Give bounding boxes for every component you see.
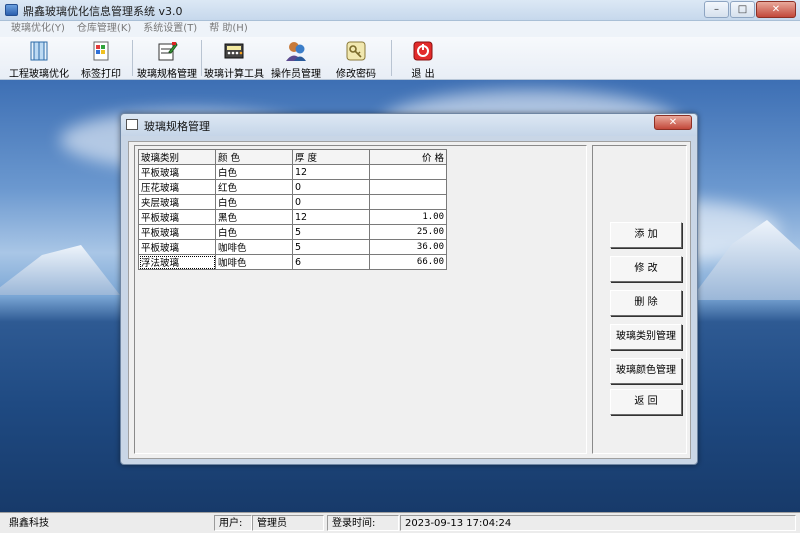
- table-row[interactable]: 平板玻璃 白色 12: [138, 164, 447, 180]
- cell-color[interactable]: 白色: [215, 164, 293, 180]
- menu-help[interactable]: 帮 助(H): [209, 21, 248, 37]
- status-user-label: 用户:: [214, 515, 252, 531]
- column-header-price[interactable]: 价 格: [369, 149, 447, 165]
- minimize-button[interactable]: –: [704, 1, 729, 18]
- restore-button[interactable]: □: [730, 1, 755, 18]
- toolbar-glass-spec-button[interactable]: 玻璃规格管理: [136, 37, 198, 80]
- toolbar-label: 玻璃计算工具: [204, 69, 264, 80]
- delete-button[interactable]: 删 除: [610, 290, 682, 316]
- users-icon: [286, 42, 306, 61]
- key-icon: [346, 41, 366, 61]
- dialog-titlebar[interactable]: 玻璃规格管理 ✕: [121, 114, 697, 136]
- cell-price[interactable]: 25.00: [369, 224, 447, 240]
- toolbar-separator: [132, 40, 133, 76]
- window-controls: – □ ✕: [704, 1, 796, 18]
- window-icon: [126, 119, 138, 130]
- cell-thickness[interactable]: 5: [292, 224, 370, 240]
- cell-color[interactable]: 咖啡色: [215, 254, 293, 270]
- dialog-close-button[interactable]: ✕: [654, 115, 692, 130]
- toolbar-label: 工程玻璃优化: [9, 69, 69, 80]
- column-header-color[interactable]: 颜 色: [215, 149, 293, 165]
- dialog-title: 玻璃规格管理: [144, 120, 210, 133]
- label-print-icon: [93, 41, 109, 61]
- toolbar-label: 操作员管理: [271, 69, 321, 80]
- toolbar-label: 玻璃规格管理: [137, 69, 197, 80]
- cell-category[interactable]: 平板玻璃: [138, 224, 216, 240]
- close-button[interactable]: ✕: [756, 1, 796, 18]
- cell-price[interactable]: 66.00: [369, 254, 447, 270]
- spec-table[interactable]: 玻璃类别 颜 色 厚 度 价 格 平板玻璃 白色 12 压花玻璃 红色 0 夹层…: [138, 149, 447, 270]
- spec-grid-panel: 玻璃类别 颜 色 厚 度 价 格 平板玻璃 白色 12 压花玻璃 红色 0 夹层…: [134, 145, 587, 454]
- toolbar-label: 标签打印: [81, 69, 121, 80]
- status-user-value: 管理员: [252, 515, 324, 531]
- table-row[interactable]: 压花玻璃 红色 0: [138, 179, 447, 195]
- cell-color[interactable]: 红色: [215, 179, 293, 195]
- back-button[interactable]: 返 回: [610, 389, 682, 415]
- toolbar-glass-optimize-button[interactable]: 工程玻璃优化: [6, 37, 72, 80]
- action-button-panel: 添 加 修 改 删 除 玻璃类别管理 玻璃颜色管理 返 回: [592, 145, 687, 454]
- cell-thickness[interactable]: 0: [292, 194, 370, 210]
- toolbar: 工程玻璃优化 标签打印 玻璃规格管理 玻璃计算工具 操作员管理 修改密码 退 出: [0, 37, 800, 80]
- column-header-category[interactable]: 玻璃类别: [138, 149, 216, 165]
- cell-color[interactable]: 白色: [215, 194, 293, 210]
- table-row[interactable]: 平板玻璃 黑色 12 1.00: [138, 209, 447, 225]
- add-button[interactable]: 添 加: [610, 222, 682, 248]
- exit-icon: [413, 41, 433, 61]
- status-login-label: 登录时间:: [327, 515, 399, 531]
- window-titlebar[interactable]: 鼎鑫玻璃优化信息管理系统 v3.0 – □ ✕: [0, 0, 800, 21]
- cell-category[interactable]: 压花玻璃: [138, 179, 216, 195]
- cell-thickness[interactable]: 0: [292, 179, 370, 195]
- background-iceberg: [0, 245, 120, 295]
- menu-bar: 玻璃优化(Y) 仓库管理(K) 系统设置(T) 帮 助(H): [0, 21, 800, 37]
- cell-thickness[interactable]: 5: [292, 239, 370, 255]
- table-header-row: 玻璃类别 颜 色 厚 度 价 格: [138, 149, 447, 165]
- calculator-icon: [224, 43, 244, 59]
- category-manage-button[interactable]: 玻璃类别管理: [610, 324, 682, 350]
- toolbar-label: 退 出: [411, 69, 435, 80]
- cell-color[interactable]: 白色: [215, 224, 293, 240]
- cell-category[interactable]: 平板玻璃: [138, 164, 216, 180]
- window-title: 鼎鑫玻璃优化信息管理系统 v3.0: [23, 5, 183, 18]
- cell-price[interactable]: [369, 179, 447, 195]
- spec-edit-icon: [158, 42, 178, 61]
- status-login-value: 2023-09-13 17:04:24: [400, 515, 796, 531]
- menu-settings[interactable]: 系统设置(T): [143, 21, 197, 37]
- menu-warehouse[interactable]: 仓库管理(K): [77, 21, 131, 37]
- toolbar-operator-button[interactable]: 操作员管理: [270, 37, 322, 80]
- toolbar-label-print-button[interactable]: 标签打印: [76, 37, 126, 80]
- toolbar-separator: [391, 40, 392, 76]
- status-company: 鼎鑫科技: [9, 518, 49, 529]
- table-row[interactable]: 平板玻璃 咖啡色 5 36.00: [138, 239, 447, 255]
- status-bar: 鼎鑫科技 用户: 管理员 登录时间: 2023-09-13 17:04:24: [0, 512, 800, 533]
- toolbar-separator: [201, 40, 202, 76]
- cell-category[interactable]: 平板玻璃: [138, 239, 216, 255]
- cell-category[interactable]: 浮法玻璃: [138, 254, 216, 270]
- toolbar-glass-calc-button[interactable]: 玻璃计算工具: [204, 37, 264, 80]
- cell-thickness[interactable]: 6: [292, 254, 370, 270]
- cell-price[interactable]: 1.00: [369, 209, 447, 225]
- toolbar-exit-button[interactable]: 退 出: [405, 37, 441, 80]
- cell-category[interactable]: 平板玻璃: [138, 209, 216, 225]
- cell-price[interactable]: [369, 194, 447, 210]
- cell-thickness[interactable]: 12: [292, 209, 370, 225]
- edit-button[interactable]: 修 改: [610, 256, 682, 282]
- cell-category[interactable]: 夹层玻璃: [138, 194, 216, 210]
- table-row[interactable]: 浮法玻璃 咖啡色 6 66.00: [138, 254, 447, 270]
- app-icon: [5, 4, 18, 16]
- cell-price[interactable]: 36.00: [369, 239, 447, 255]
- table-row[interactable]: 夹层玻璃 白色 0: [138, 194, 447, 210]
- toolbar-change-password-button[interactable]: 修改密码: [333, 37, 379, 80]
- color-manage-button[interactable]: 玻璃颜色管理: [610, 358, 682, 384]
- toolbar-label: 修改密码: [336, 69, 376, 80]
- cell-color[interactable]: 黑色: [215, 209, 293, 225]
- cell-thickness[interactable]: 12: [292, 164, 370, 180]
- book-icon: [30, 41, 48, 61]
- menu-glass-optimize[interactable]: 玻璃优化(Y): [11, 21, 65, 37]
- glass-spec-dialog: 玻璃规格管理 ✕ 玻璃类别 颜 色 厚 度 价 格 平板玻璃 白色 12 压花玻…: [120, 113, 698, 465]
- cell-color[interactable]: 咖啡色: [215, 239, 293, 255]
- cell-price[interactable]: [369, 164, 447, 180]
- dialog-body: 玻璃类别 颜 色 厚 度 价 格 平板玻璃 白色 12 压花玻璃 红色 0 夹层…: [128, 141, 691, 459]
- table-row[interactable]: 平板玻璃 白色 5 25.00: [138, 224, 447, 240]
- column-header-thickness[interactable]: 厚 度: [292, 149, 370, 165]
